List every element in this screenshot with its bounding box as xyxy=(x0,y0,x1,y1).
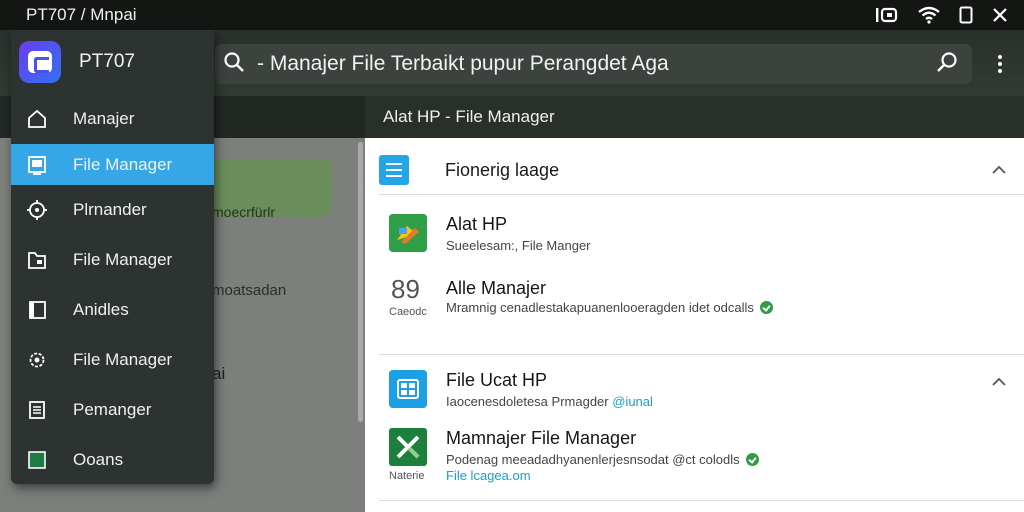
app-caption: Caeodc xyxy=(389,306,427,318)
item-title: Alat HP xyxy=(446,214,508,234)
item-title: Mamnajer File Manager xyxy=(446,428,637,448)
content-header: Alat HP - File Manager xyxy=(365,96,1024,138)
drawer-item-label: File Manager xyxy=(73,250,173,269)
chevron-up-icon[interactable] xyxy=(992,162,1006,180)
file-manager-icon xyxy=(25,153,49,177)
drawer-item-file-manager-3[interactable]: File Manager xyxy=(11,335,214,385)
windows-icon xyxy=(389,370,427,408)
drawer-item-label: File Manager xyxy=(73,154,173,174)
app-caption: Naterie xyxy=(389,470,425,482)
folder-icon xyxy=(25,248,49,272)
app-name: PT707 xyxy=(79,51,135,72)
section-header[interactable]: Fionerig laage xyxy=(379,148,1024,192)
search-icon[interactable] xyxy=(223,51,245,78)
divider xyxy=(379,194,1024,195)
home-icon xyxy=(25,107,49,131)
drawer-item-label: Plrnander xyxy=(73,200,147,219)
scrollbar[interactable] xyxy=(358,142,363,422)
drawer-item-label: Pemanger xyxy=(73,400,152,419)
drawer-item-plrnander[interactable]: Plrnander xyxy=(11,185,214,235)
wifi-icon xyxy=(918,6,940,24)
item-tag[interactable]: @iunal xyxy=(612,394,653,409)
verified-icon xyxy=(759,301,773,314)
section-title: Fionerig laage xyxy=(445,159,560,180)
more-options-icon[interactable] xyxy=(988,50,1012,78)
verified-icon xyxy=(745,453,759,466)
green-square-icon xyxy=(25,448,49,472)
drawer-item-label: Ooans xyxy=(73,450,124,469)
list-icon xyxy=(25,398,49,422)
drawer-header: PT707 xyxy=(11,30,214,94)
drawer-item-pemanger[interactable]: Pemanger xyxy=(11,385,214,435)
item-title: File Ucat HP xyxy=(446,370,548,390)
settings-icon xyxy=(25,348,49,372)
drawer-item-anidles[interactable]: Anidles xyxy=(11,285,214,335)
item-subtitle: Iaocenesdoletesa Prmagder xyxy=(446,394,609,409)
drawer-item-file-manager[interactable]: File Manager xyxy=(11,144,214,185)
drawer-item-manajer[interactable]: Manajer xyxy=(11,94,214,144)
battery-icon xyxy=(958,6,974,24)
drawer-item-label: Anidles xyxy=(73,300,129,319)
content-pane: Alat HP - File Manager Fionerig laage Al… xyxy=(365,96,1024,512)
status-bar: PT707 / Mnpai xyxy=(0,0,1024,30)
app-icon-text: 89 xyxy=(391,274,420,304)
app-icon xyxy=(389,214,427,252)
drawer-item-label: File Manager xyxy=(73,350,173,369)
promo-text: moecrfürlr xyxy=(212,204,276,220)
location-icon xyxy=(25,198,49,222)
item-title: Alle Manajer xyxy=(446,278,547,298)
divider xyxy=(379,500,1024,501)
voice-search-icon[interactable] xyxy=(936,51,958,78)
drawer-item-file-manager-2[interactable]: File Manager xyxy=(11,235,214,285)
item-subtitle: Podenag meeadadhyanenlerjesnsodat @ct co… xyxy=(446,452,740,467)
excel-icon xyxy=(389,428,427,466)
close-icon[interactable] xyxy=(992,7,1008,23)
divider xyxy=(379,354,1024,355)
nfc-icon xyxy=(874,6,900,24)
drawer-item-label: Manajer xyxy=(73,109,135,128)
search-input[interactable] xyxy=(245,52,936,76)
chevron-up-icon[interactable] xyxy=(992,374,1006,392)
drawer-item-ooans[interactable]: Ooans xyxy=(11,435,214,485)
book-icon xyxy=(25,298,49,322)
app-logo-icon xyxy=(19,41,61,83)
search-bar[interactable] xyxy=(215,44,972,84)
item-subtitle: Mramnig cenadlestakapuanenlooeragden ide… xyxy=(446,300,754,315)
document-icon xyxy=(379,155,409,185)
background-text: moatsadan xyxy=(212,282,287,299)
item-link[interactable]: File lcagea.om xyxy=(446,468,531,483)
item-subtitle: Sueelesam:, File Manger xyxy=(446,238,591,253)
navigation-drawer: PT707 Manajer File Manager Plrnander Fil… xyxy=(11,30,214,484)
window-title: PT707 / Mnpai xyxy=(26,5,137,24)
